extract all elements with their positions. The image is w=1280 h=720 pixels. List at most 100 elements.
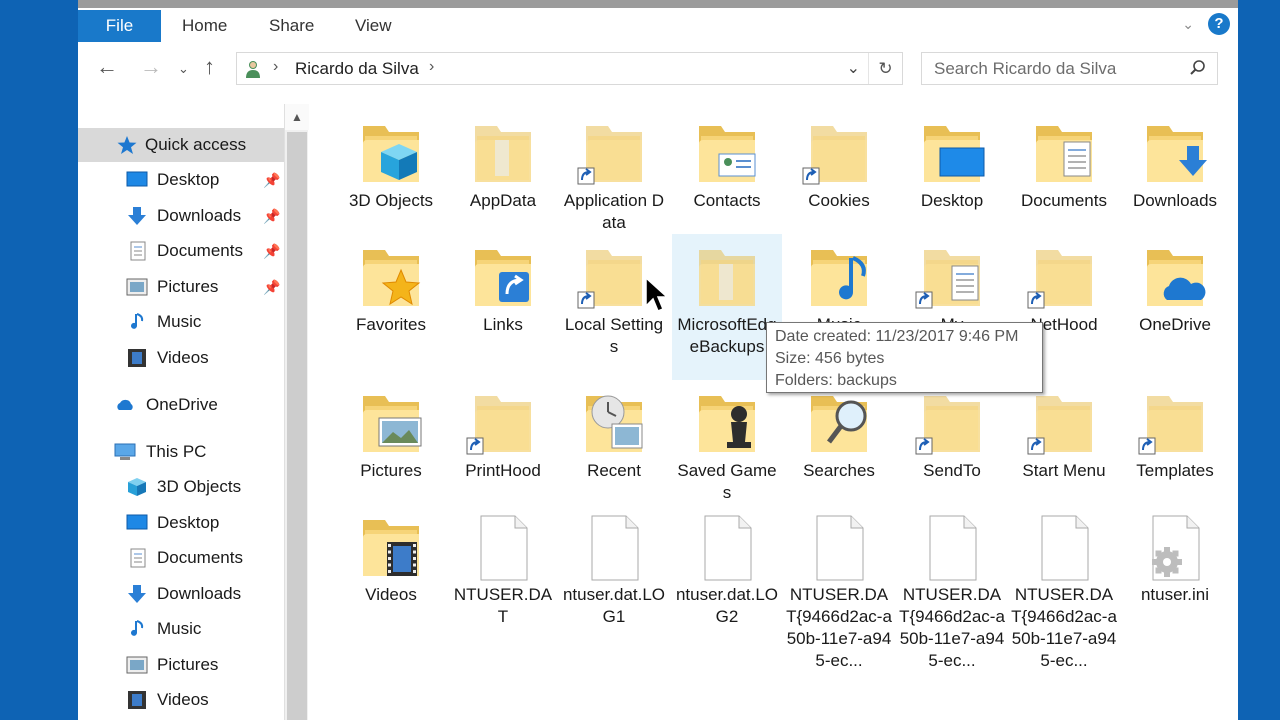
file-list: 3D Objects AppData Application Data Contact… (309, 104, 1238, 720)
nav-pc-desktop[interactable]: Desktop (78, 506, 284, 540)
search-icon[interactable] (1189, 59, 1207, 77)
file-item[interactable]: Videos (336, 512, 446, 606)
nav-scrollbar[interactable]: ▲ (284, 104, 309, 720)
file-item[interactable]: Favorites (336, 242, 446, 336)
file-item[interactable]: AppData (448, 118, 558, 212)
breadcrumb-chevron-icon[interactable]: › (429, 58, 434, 76)
nav-pc-music[interactable]: Music (78, 612, 284, 646)
file-item[interactable]: Recent (559, 388, 669, 482)
download-arrow-icon (128, 585, 146, 603)
file-item[interactable]: NTUSER.DAT (448, 512, 558, 628)
tab-home[interactable]: Home (182, 10, 227, 42)
up-arrow-icon[interactable]: ↑ (204, 54, 215, 80)
file-item[interactable]: PrintHood (448, 388, 558, 482)
address-dropdown-icon[interactable]: ⌄ (847, 58, 860, 78)
nav-this-pc[interactable]: This PC (78, 435, 284, 469)
folder-shortcut-icon (1027, 250, 1092, 309)
file-icon (480, 515, 528, 581)
file-item[interactable]: Application Data (559, 118, 669, 234)
nav-quick-desktop[interactable]: Desktop 📌 (78, 163, 284, 197)
file-item[interactable]: ntuser.ini (1120, 512, 1230, 606)
pin-icon[interactable]: 📌 (263, 199, 280, 233)
file-item[interactable]: OneDrive (1120, 242, 1230, 336)
file-item[interactable]: NTUSER.DAT{9466d2ac-a50b-11e7-a945-ec... (784, 512, 894, 672)
file-item[interactable]: Documents (1009, 118, 1119, 212)
file-item[interactable]: Downloads (1120, 118, 1230, 212)
file-item-label: NTUSER.DAT{9466d2ac-a50b-11e7-a945-ec... (899, 585, 1005, 670)
nav-label: OneDrive (146, 395, 218, 414)
tooltip-size: Size: 456 bytes (775, 350, 885, 367)
breadcrumb-current[interactable]: Ricardo da Silva (295, 59, 419, 79)
file-item[interactable]: Desktop (897, 118, 1007, 212)
address-bar[interactable]: › Ricardo da Silva › ⌄ ↻ (236, 52, 903, 85)
folder-downloads-icon (1147, 126, 1207, 182)
desktop-icon (126, 514, 148, 530)
desktop-icon (126, 171, 148, 187)
pin-icon[interactable]: 📌 (263, 163, 280, 197)
file-item[interactable]: Saved Games (672, 388, 782, 504)
recent-locations-chevron-icon[interactable]: ⌄ (178, 61, 189, 77)
nav-quick-downloads[interactable]: Downloads 📌 (78, 199, 284, 233)
nav-pc-documents[interactable]: Documents (78, 541, 284, 575)
help-icon[interactable]: ? (1208, 13, 1230, 35)
nav-pc-videos[interactable]: Videos (78, 683, 284, 717)
file-item[interactable]: NTUSER.DAT{9466d2ac-a50b-11e7-a945-ec... (897, 512, 1007, 672)
file-item[interactable]: Searches (784, 388, 894, 482)
scroll-up-icon[interactable]: ▲ (285, 104, 309, 130)
folder-links-icon (475, 250, 531, 306)
file-item[interactable]: ntuser.dat.LOG1 (559, 512, 669, 628)
nav-label: Downloads (157, 206, 242, 225)
tab-view[interactable]: View (355, 10, 392, 42)
nav-label: Music (157, 619, 202, 638)
file-item[interactable]: ntuser.dat.LOG2 (672, 512, 782, 628)
document-icon (130, 548, 146, 568)
pictures-icon (126, 278, 148, 296)
star-icon (117, 136, 137, 154)
search-input[interactable]: Search Ricardo da Silva (921, 52, 1218, 85)
file-item[interactable]: SendTo (897, 388, 1007, 482)
nav-label: This PC (146, 442, 207, 461)
file-item[interactable]: Cookies (784, 118, 894, 212)
file-item[interactable]: 3D Objects (336, 118, 446, 212)
file-item[interactable]: Links (448, 242, 558, 336)
nav-pc-3d-objects[interactable]: 3D Objects (78, 470, 284, 504)
folder-shortcut-icon (1138, 396, 1203, 455)
folder-shortcut-icon (1027, 396, 1092, 455)
nav-quick-documents[interactable]: Documents 📌 (78, 234, 284, 268)
forward-arrow-icon[interactable]: → (140, 54, 162, 80)
film-strip-icon (128, 349, 146, 367)
nav-label: Pictures (157, 277, 219, 296)
file-item[interactable]: Templates (1120, 388, 1230, 482)
file-icon (704, 515, 752, 581)
nav-onedrive[interactable]: OneDrive (78, 388, 284, 422)
folder-contacts-icon (699, 126, 756, 182)
nav-pc-pictures[interactable]: Pictures (78, 648, 284, 682)
download-arrow-icon (128, 207, 146, 225)
nav-label: Music (157, 312, 202, 331)
nav-quick-videos[interactable]: Videos (78, 341, 284, 375)
tab-share[interactable]: Share (269, 10, 314, 42)
nav-quick-pictures[interactable]: Pictures 📌 (78, 270, 284, 304)
back-arrow-icon[interactable]: ← (96, 54, 118, 80)
nav-quick-access[interactable]: Quick access (78, 128, 284, 162)
nav-pc-downloads[interactable]: Downloads (78, 577, 284, 611)
file-item[interactable]: Pictures (336, 388, 446, 482)
file-item[interactable]: NTUSER.DAT{9466d2ac-a50b-11e7-a945-ec... (1009, 512, 1119, 672)
refresh-icon[interactable]: ↻ (868, 53, 902, 84)
breadcrumb-separator-icon[interactable]: › (273, 58, 278, 76)
tab-file[interactable]: File (78, 10, 161, 42)
scroll-thumb[interactable] (287, 132, 307, 720)
nav-quick-music[interactable]: Music (78, 305, 284, 339)
pin-icon[interactable]: 📌 (263, 270, 280, 304)
file-item[interactable]: Start Menu (1009, 388, 1119, 482)
expand-ribbon-icon[interactable]: ⌄ (1182, 16, 1194, 33)
nav-label: Pictures (157, 655, 219, 674)
file-icon (929, 515, 977, 581)
file-item-label: ntuser.dat.LOG2 (675, 585, 779, 626)
nav-label: Documents (157, 241, 243, 260)
pin-icon[interactable]: 📌 (263, 234, 280, 268)
folder-hidden-icon (475, 126, 531, 182)
address-row: ← → ⌄ ↑ › Ricardo da Silva › ⌄ ↻ Search … (78, 44, 1238, 94)
file-item[interactable]: Contacts (672, 118, 782, 212)
nav-label: Videos (157, 348, 209, 367)
